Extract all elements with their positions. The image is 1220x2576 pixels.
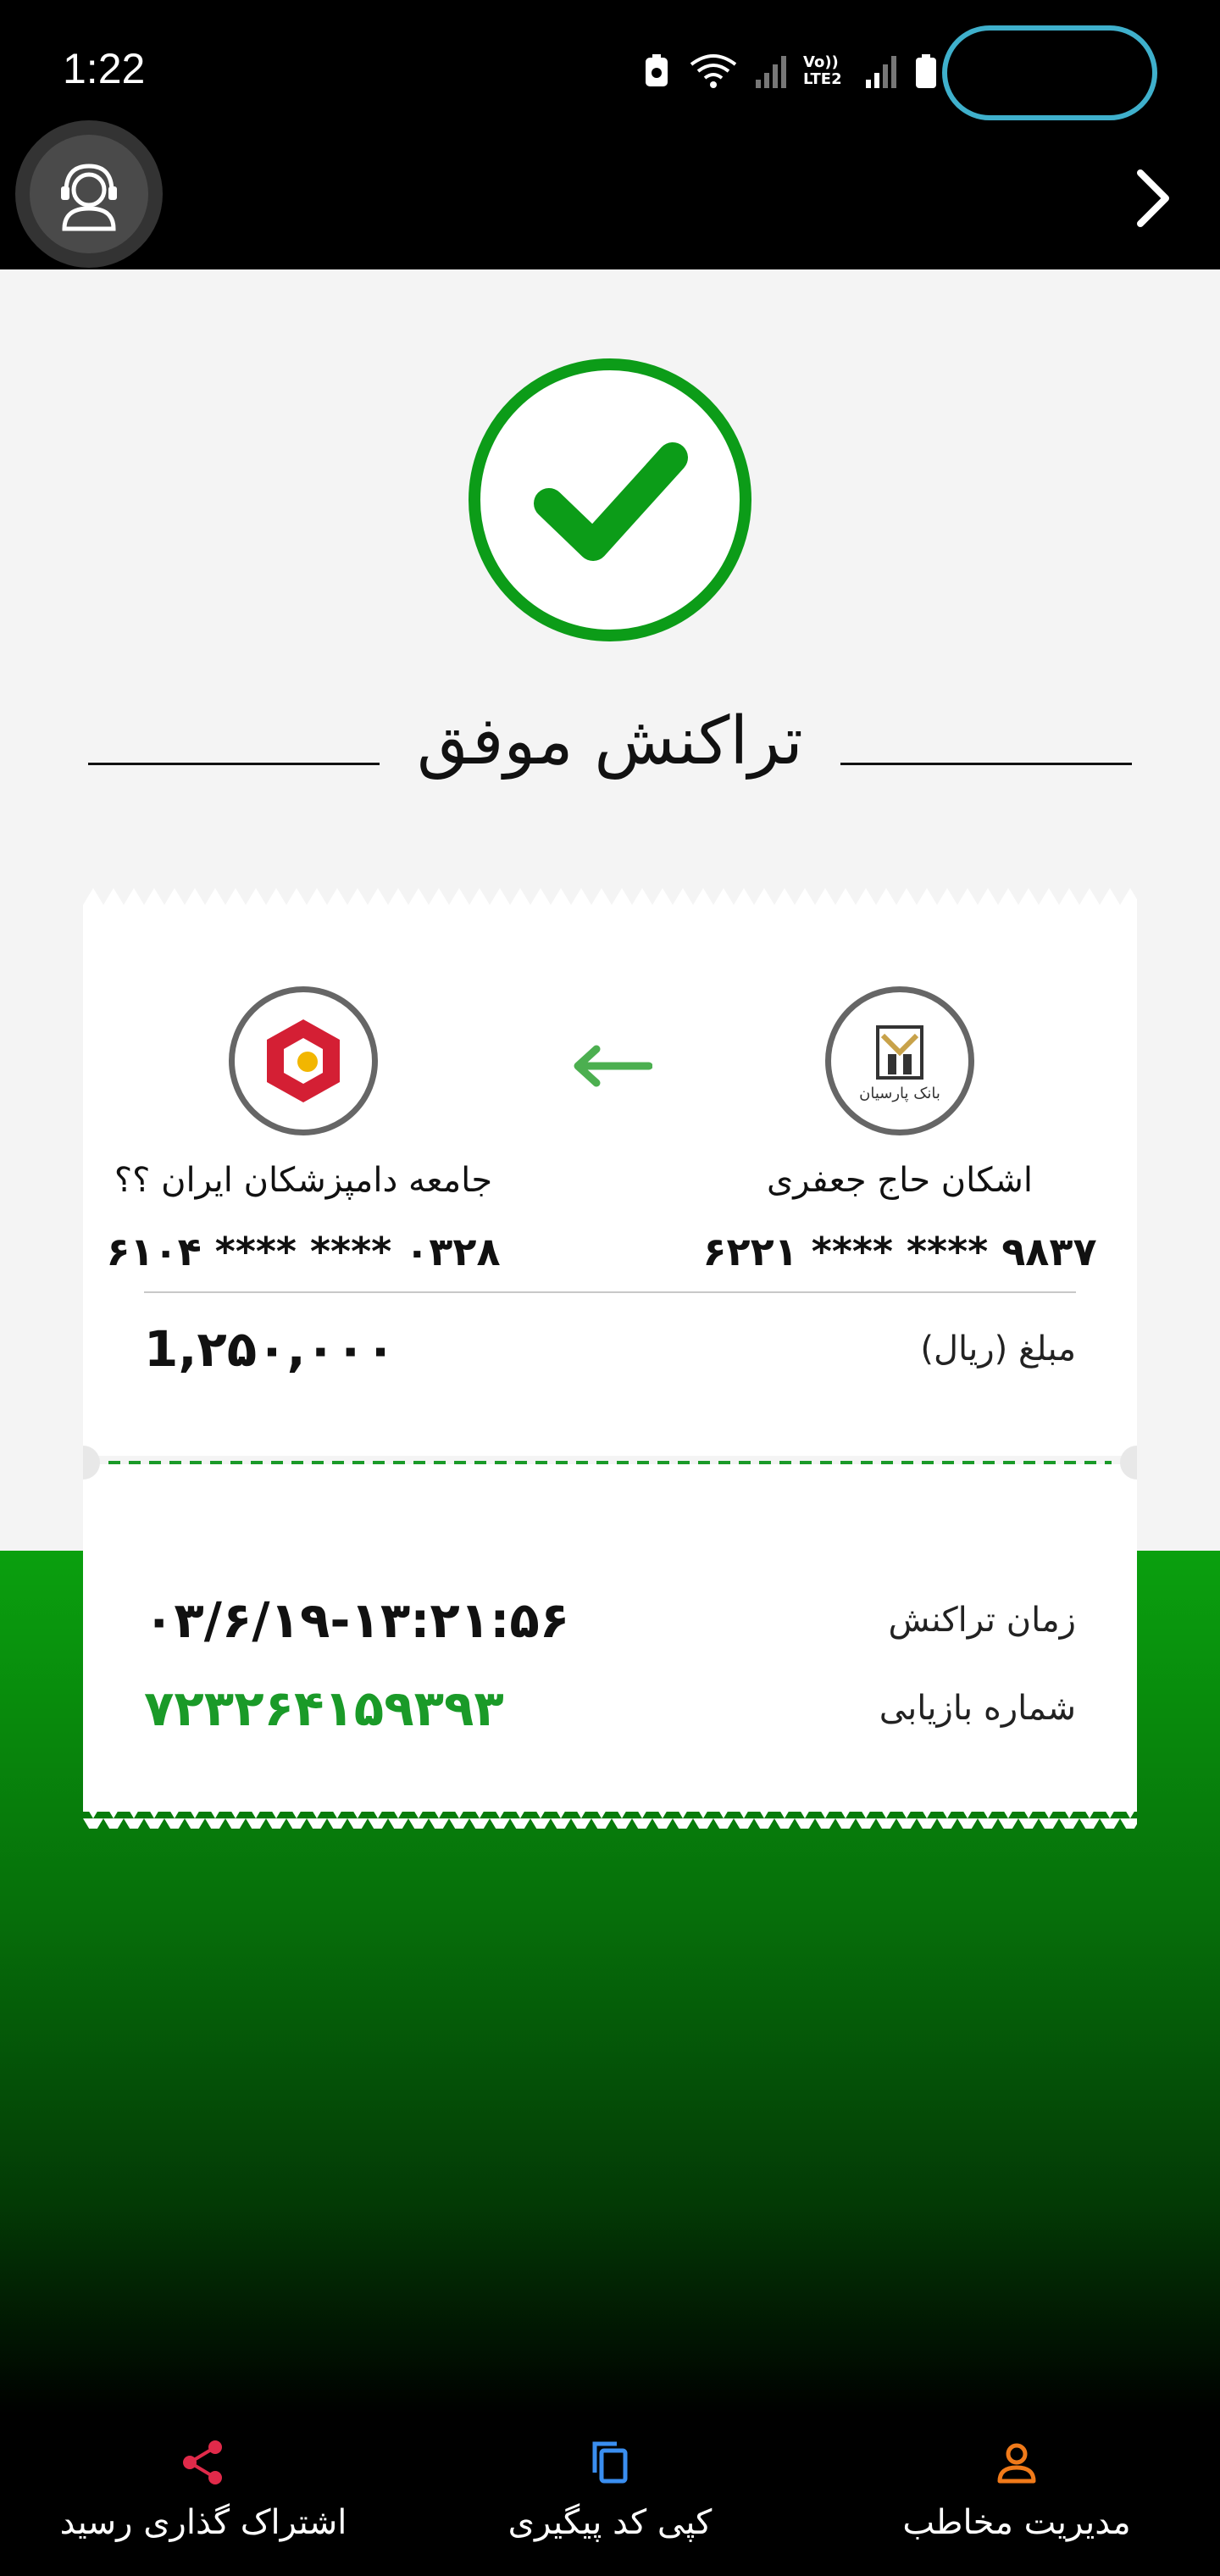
- contacts-label: مدیریت مخاطب: [902, 2503, 1131, 2542]
- parsian-bank-logo-icon: بانک پارسیان: [825, 986, 974, 1135]
- transaction-time-value: ۰۳/۶/۱۹-۱۳:۲۱:۵۶: [144, 1591, 570, 1649]
- copy-tracking-button[interactable]: کپی کد پیگیری: [432, 2398, 788, 2576]
- transaction-time-row: زمان تراکنش ۰۳/۶/۱۹-۱۳:۲۱:۵۶: [144, 1591, 1076, 1649]
- amount-row: مبلغ (ریال) 1,۲۵۰,۰۰۰: [144, 1320, 1076, 1378]
- mellat-bank-logo-icon: [229, 986, 378, 1135]
- source-name: اشکان حاج جعفری: [766, 1161, 1034, 1200]
- support-button[interactable]: [15, 120, 163, 268]
- tracking-row: شماره بازیابی ۷۲۳۲۶۴۱۵۹۳۹۳: [144, 1679, 1076, 1737]
- copy-label: کپی کد پیگیری: [507, 2503, 713, 2542]
- transaction-time-label: زمان تراکنش: [888, 1601, 1076, 1640]
- share-icon: [183, 2440, 222, 2484]
- tracking-value[interactable]: ۷۲۳۲۶۴۱۵۹۳۹۳: [144, 1679, 504, 1737]
- arrow-left-icon: [574, 1045, 652, 1087]
- wifi-icon: [690, 54, 737, 88]
- chevron-right-icon[interactable]: [1118, 164, 1186, 232]
- status-bar: 1:22 Vo)) LTE2: [0, 0, 1220, 142]
- lte-label: Vo)) LTE2: [803, 53, 842, 88]
- headset-user-icon: [61, 164, 117, 231]
- camera-cutout: [942, 25, 1157, 120]
- bank-logo-text: بانک پارسیان: [859, 1085, 940, 1102]
- tracking-label: شماره بازیابی: [879, 1689, 1076, 1728]
- battery-saver-icon: [646, 54, 668, 86]
- receipt-card: بانک پارسیان اشکان حاج جعفری ۶۲۲۱ **** *…: [83, 888, 1137, 1842]
- source-party: بانک پارسیان اشکان حاج جعفری ۶۲۲۱ **** *…: [663, 986, 1137, 1274]
- signal-2-icon: [866, 56, 896, 88]
- app-header: [0, 120, 1220, 269]
- status-icons: Vo)) LTE2: [640, 53, 939, 90]
- source-card-number: ۶۲۲۱ **** **** ۹۸۳۷: [702, 1229, 1097, 1274]
- success-check-icon: [469, 358, 751, 641]
- destination-name: جامعه دامپزشکان ایران ؟؟: [114, 1161, 493, 1200]
- battery-icon: [916, 54, 936, 88]
- user-icon: [997, 2443, 1036, 2484]
- share-label: اشتراک گذاری رسید: [59, 2503, 347, 2542]
- bottom-action-bar: مدیریت مخاطب کپی کد پیگیری اشتراک گذاری …: [0, 2398, 1220, 2576]
- copy-icon: [592, 2441, 628, 2484]
- card-divider: [144, 1291, 1076, 1293]
- amount-label: مبلغ (ریال): [920, 1330, 1076, 1368]
- page-title: تراکنش موفق: [417, 703, 803, 780]
- contacts-button[interactable]: مدیریت مخاطب: [839, 2398, 1195, 2576]
- destination-party: جامعه دامپزشکان ایران ؟؟ ۶۱۰۴ **** **** …: [83, 986, 524, 1274]
- amount-value: 1,۲۵۰,۰۰۰: [144, 1320, 396, 1378]
- status-time: 1:22: [63, 45, 146, 92]
- share-receipt-button[interactable]: اشتراک گذاری رسید: [25, 2398, 381, 2576]
- title-section: تراکنش موفق: [88, 703, 1132, 788]
- destination-card-number: ۶۱۰۴ **** **** ۰۳۲۸: [106, 1229, 501, 1274]
- signal-1-icon: [756, 56, 786, 88]
